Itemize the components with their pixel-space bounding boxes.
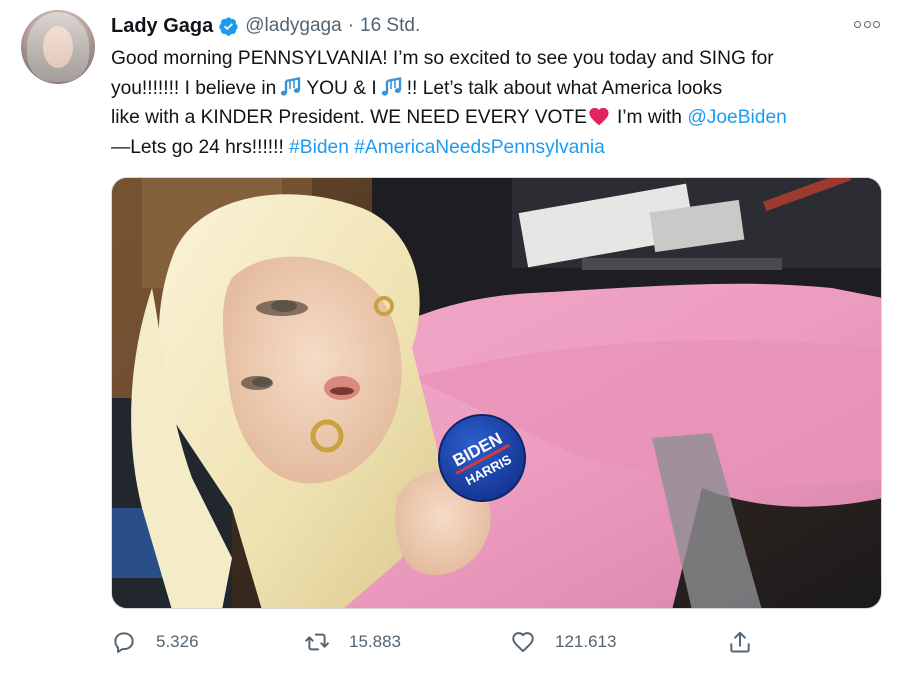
like-heart-icon bbox=[512, 632, 534, 652]
text-segment: I’m with bbox=[616, 107, 682, 129]
text-segment: like with a KINDER President. WE NEED EV… bbox=[111, 107, 587, 129]
retweet-count: 15.883 bbox=[349, 632, 401, 651]
text-segment: you!!!!!!! I believe in bbox=[111, 77, 277, 99]
more-dot bbox=[873, 20, 880, 28]
red-heart-icon bbox=[589, 108, 609, 126]
avatar[interactable] bbox=[21, 10, 95, 84]
tweet: Lady Gaga @ladygaga · 16 Std. Good morni… bbox=[0, 0, 900, 673]
text-segment: YOU & I bbox=[306, 77, 377, 99]
share-button[interactable] bbox=[727, 624, 753, 660]
hashtag-link[interactable]: #Biden bbox=[289, 137, 349, 158]
reply-button[interactable]: 5.326 bbox=[111, 624, 199, 660]
tweet-text: Good morning PENNSYLVANIA! I’m so excite… bbox=[111, 44, 881, 162]
tweet-line: —Lets go 24 hrs!!!!!! #Biden #AmericaNee… bbox=[111, 133, 881, 163]
text-segment: !! Let’s talk about what America looks bbox=[406, 77, 723, 99]
hashtag-link[interactable]: #AmericaNeedsPennsylvania bbox=[354, 137, 605, 158]
retweet-icon bbox=[305, 633, 329, 651]
action-bar: 5.326 15.883 121.613 bbox=[111, 624, 761, 660]
more-options-icon[interactable] bbox=[854, 14, 880, 34]
tweet-line: like with a KINDER President. WE NEED EV… bbox=[111, 103, 881, 133]
more-dot bbox=[863, 20, 871, 28]
like-count: 121.613 bbox=[555, 632, 617, 651]
separator-dot: · bbox=[347, 15, 355, 36]
mention-link[interactable]: @JoeBiden bbox=[687, 107, 787, 128]
text-segment: Good morning PENNSYLVANIA! I’m so excite… bbox=[111, 48, 774, 69]
share-icon bbox=[730, 631, 750, 653]
verified-badge-icon bbox=[219, 16, 238, 36]
text-segment: —Lets go 24 hrs!!!!!! bbox=[111, 136, 284, 158]
reply-icon bbox=[114, 632, 134, 653]
photo-illustration: BIDEN HARRIS bbox=[112, 178, 881, 608]
tweet-timestamp[interactable]: 16 Std. bbox=[360, 15, 420, 37]
author-handle[interactable]: @ladygaga bbox=[245, 15, 341, 37]
like-button[interactable]: 121.613 bbox=[510, 624, 616, 660]
retweet-button[interactable]: 15.883 bbox=[304, 624, 401, 660]
reply-count: 5.326 bbox=[156, 632, 199, 651]
avatar-face bbox=[43, 26, 73, 68]
tweet-line: Good morning PENNSYLVANIA! I’m so excite… bbox=[111, 44, 881, 74]
musical-notes-icon bbox=[279, 76, 304, 97]
tweet-header: Lady Gaga @ladygaga · 16 Std. bbox=[111, 13, 420, 39]
musical-notes-icon bbox=[381, 76, 401, 96]
author-name[interactable]: Lady Gaga bbox=[111, 15, 213, 38]
tweet-line: you!!!!!!! I believe in YOU & I !! Let’s… bbox=[111, 74, 881, 104]
more-dot bbox=[854, 20, 861, 28]
tweet-photo[interactable]: BIDEN HARRIS bbox=[111, 177, 882, 609]
